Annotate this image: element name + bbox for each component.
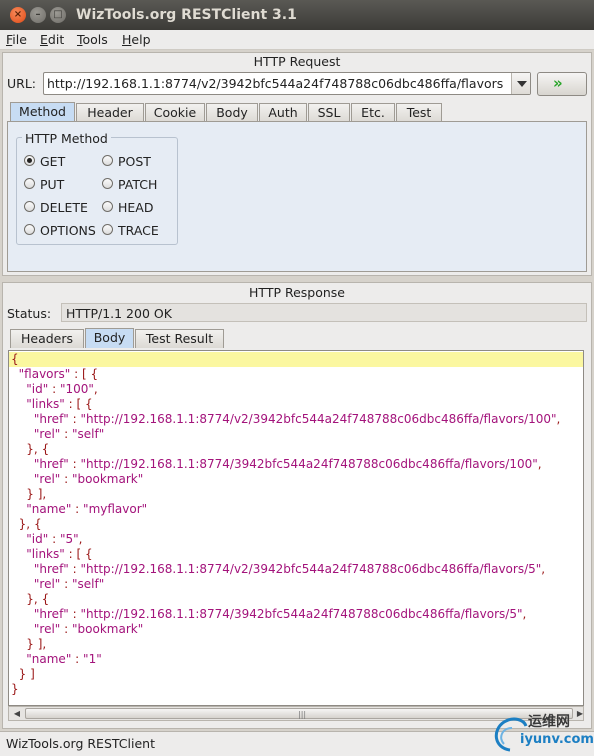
tab-header[interactable]: Header	[76, 103, 144, 122]
status-field: HTTP/1.1 200 OK	[61, 303, 587, 322]
tab-auth[interactable]: Auth	[259, 103, 307, 122]
json-line: "href" : "http://192.168.1.1:8774/v2/394…	[33, 562, 546, 576]
maximize-window-icon[interactable]: □	[50, 7, 66, 23]
radio-trace[interactable]	[102, 224, 113, 235]
json-line: "name" : "1"	[26, 652, 102, 666]
url-input-value: http://192.168.1.1:8774/v2/3942bfc544a24…	[47, 76, 504, 91]
watermark-logo: 运维网 iyunv.com	[490, 708, 594, 754]
title-bar: × – □ WizTools.org RESTClient 3.1	[0, 0, 594, 30]
status-bar-text: WizTools.org RESTClient	[6, 736, 155, 751]
json-line: } ],	[26, 487, 47, 501]
radio-trace-label[interactable]: TRACE	[118, 223, 159, 238]
radio-put-label[interactable]: PUT	[40, 177, 64, 192]
tab-test-result[interactable]: Test Result	[135, 329, 224, 348]
tab-etc[interactable]: Etc.	[351, 103, 395, 122]
scrollbar-grip-icon: |||	[298, 710, 307, 719]
json-line: "links" : [ {	[26, 397, 93, 411]
json-line: "id" : "5",	[26, 532, 83, 546]
menu-help[interactable]: Help	[122, 32, 151, 47]
json-line: "href" : "http://192.168.1.1:8774/v2/394…	[33, 412, 561, 426]
json-line: "href" : "http://192.168.1.1:8774/3942bf…	[33, 457, 542, 471]
tab-method[interactable]: Method	[10, 102, 75, 122]
http-request-title: HTTP Request	[253, 54, 341, 69]
menu-file[interactable]: File	[6, 32, 27, 47]
watermark-text-cn: 运维网	[528, 714, 570, 730]
tab-ssl[interactable]: SSL	[308, 103, 350, 122]
response-body-view[interactable]: { "flavors" : [ { "id" : "100", "links" …	[8, 350, 584, 706]
menu-help-mnemonic: H	[122, 32, 132, 47]
menu-edit-rest: dit	[47, 32, 65, 47]
json-line: } ]	[18, 667, 35, 681]
json-line: }, {	[18, 517, 42, 531]
tab-cookie[interactable]: Cookie	[145, 103, 205, 122]
radio-get-label[interactable]: GET	[40, 154, 65, 169]
json-line: "rel" : "bookmark"	[33, 472, 144, 486]
send-request-button[interactable]: »	[537, 72, 587, 96]
radio-patch-label[interactable]: PATCH	[118, 177, 157, 192]
window-title: WizTools.org RESTClient 3.1	[76, 7, 297, 23]
status-value: HTTP/1.1 200 OK	[66, 306, 172, 321]
menu-help-rest: elp	[131, 32, 151, 47]
status-label: Status:	[7, 306, 52, 321]
menu-edit-mnemonic: E	[40, 32, 48, 47]
json-line: }	[11, 682, 19, 696]
radio-get[interactable]	[24, 155, 35, 166]
url-label: URL:	[7, 76, 37, 91]
tab-response-body[interactable]: Body	[85, 328, 134, 348]
menu-tools-rest: ools	[82, 32, 108, 47]
radio-delete[interactable]	[24, 201, 35, 212]
double-arrow-right-icon: »	[553, 74, 563, 92]
radio-head[interactable]	[102, 201, 113, 212]
menu-file-rest: ile	[12, 32, 27, 47]
minimize-window-icon[interactable]: –	[30, 7, 46, 23]
menu-tools[interactable]: Tools	[77, 32, 108, 47]
json-line: "href" : "http://192.168.1.1:8774/3942bf…	[33, 607, 527, 621]
url-input[interactable]: http://192.168.1.1:8774/v2/3942bfc544a24…	[43, 72, 531, 95]
json-line: } ],	[26, 637, 47, 651]
radio-post[interactable]	[102, 155, 113, 166]
json-line: }, {	[26, 592, 50, 606]
radio-put[interactable]	[24, 178, 35, 189]
json-line: {	[9, 352, 583, 367]
tab-headers[interactable]: Headers	[10, 329, 84, 348]
menu-edit[interactable]: Edit	[40, 32, 64, 47]
json-line: "rel" : "bookmark"	[33, 622, 144, 636]
json-line: "name" : "myflavor"	[26, 502, 148, 516]
tab-body[interactable]: Body	[206, 103, 258, 122]
radio-patch[interactable]	[102, 178, 113, 189]
http-method-group-title: HTTP Method	[22, 131, 111, 146]
radio-options-label[interactable]: OPTIONS	[40, 223, 96, 238]
json-line: "links" : [ {	[26, 547, 93, 561]
radio-head-label[interactable]: HEAD	[118, 200, 153, 215]
http-response-title: HTTP Response	[249, 285, 345, 300]
radio-delete-label[interactable]: DELETE	[40, 200, 88, 215]
json-line: "rel" : "self"	[33, 577, 105, 591]
json-line: }, {	[26, 442, 50, 456]
json-line: "id" : "100",	[26, 382, 98, 396]
menu-bar: File Edit Tools Help	[0, 30, 594, 50]
url-history-dropdown[interactable]	[511, 73, 530, 94]
radio-options[interactable]	[24, 224, 35, 235]
tab-test[interactable]: Test	[396, 103, 442, 122]
json-line: "flavors" : [ {	[18, 367, 99, 381]
scroll-left-icon[interactable]: ◀	[10, 707, 24, 720]
json-line: "rel" : "self"	[33, 427, 105, 441]
watermark-text-domain: iyunv.com	[520, 732, 594, 747]
close-window-icon[interactable]: ×	[10, 7, 26, 23]
radio-post-label[interactable]: POST	[118, 154, 151, 169]
